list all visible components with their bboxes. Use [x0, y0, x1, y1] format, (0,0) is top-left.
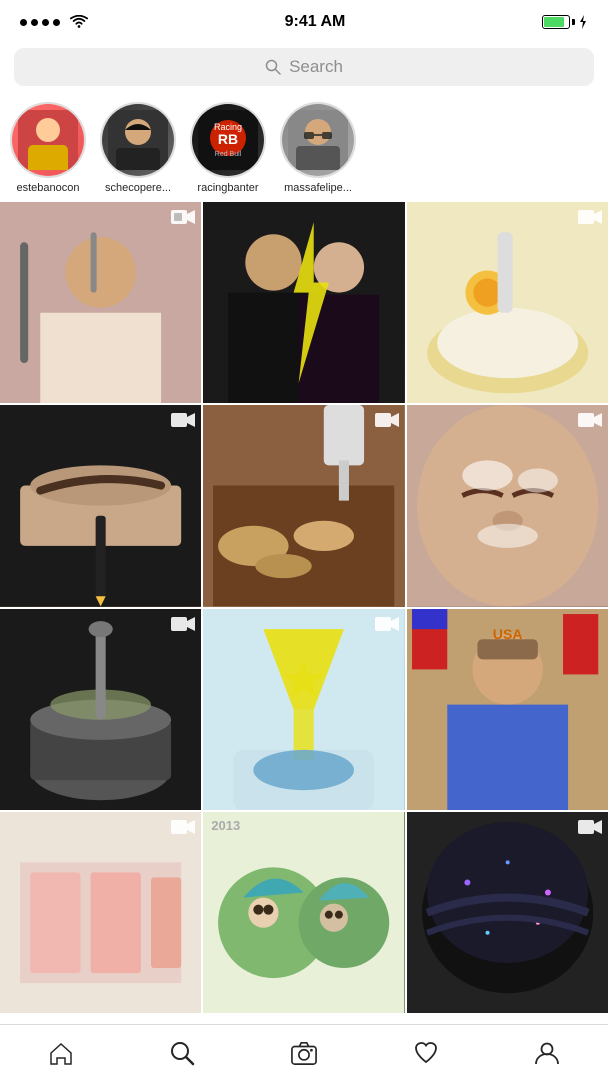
story-item-3[interactable]: RB Racing Red Bull racingbanter	[190, 102, 266, 194]
video-camera-icon-6	[578, 411, 602, 434]
nav-home[interactable]	[31, 1031, 91, 1075]
svg-text:Racing: Racing	[214, 122, 242, 132]
grid-item-9[interactable]: USA	[407, 609, 608, 810]
svg-text:USA: USA	[492, 626, 522, 642]
grid-item-6[interactable]	[407, 405, 608, 606]
avatar-image-1	[12, 104, 84, 176]
grid-item-3[interactable]	[407, 202, 608, 403]
avatar-image-3: RB Racing Red Bull	[192, 104, 264, 176]
profile-icon	[534, 1040, 560, 1066]
grid-container: USA	[0, 202, 608, 1013]
grid-item-4[interactable]	[0, 405, 201, 606]
grid-item-10[interactable]	[0, 812, 201, 1013]
grid-item-7[interactable]	[0, 609, 201, 810]
story-label-1: estebanocon	[17, 182, 80, 194]
stories-row: estebanocon schecopere... RB	[0, 94, 608, 202]
battery	[542, 15, 588, 29]
story-avatar-3: RB Racing Red Bull	[190, 102, 266, 178]
status-right	[542, 15, 588, 29]
battery-fill	[544, 17, 564, 27]
battery-tip	[572, 19, 575, 25]
story-item-2[interactable]: schecopere...	[100, 102, 176, 194]
story-avatar-1	[10, 102, 86, 178]
story-label-2: schecopere...	[105, 182, 171, 194]
battery-body	[542, 15, 570, 29]
grid-item-11[interactable]: 2013	[203, 812, 404, 1013]
status-bar: 9:41 AM	[0, 0, 608, 40]
search-icon	[265, 59, 281, 75]
grid-item-1[interactable]	[0, 202, 201, 403]
svg-text:Red Bull: Red Bull	[215, 151, 242, 158]
signal-dot-1	[20, 19, 27, 26]
year-badge-11: 2013	[211, 818, 240, 833]
story-item-4[interactable]: massafelipe...	[280, 102, 356, 194]
nav-camera[interactable]	[274, 1031, 334, 1075]
search-nav-icon	[169, 1040, 195, 1066]
video-camera-icon-10	[171, 818, 195, 841]
nav-profile[interactable]	[517, 1031, 577, 1075]
video-camera-icon-8	[375, 615, 399, 638]
grid-item-5[interactable]	[203, 405, 404, 606]
grid-item-2[interactable]	[203, 202, 404, 403]
avatar-image-2	[102, 104, 174, 176]
story-avatar-2	[100, 102, 176, 178]
story-label-3: racingbanter	[197, 182, 258, 194]
grid-item-8[interactable]	[203, 609, 404, 810]
story-label-4: massafelipe...	[284, 182, 352, 194]
signal-dot-3	[42, 19, 49, 26]
story-avatar-4	[280, 102, 356, 178]
nav-search[interactable]	[152, 1031, 212, 1075]
video-camera-icon-5	[375, 411, 399, 434]
story-item-1[interactable]: estebanocon	[10, 102, 86, 194]
search-bar[interactable]: Search	[14, 48, 594, 86]
search-placeholder: Search	[289, 57, 343, 77]
video-camera-icon-3	[578, 208, 602, 231]
status-left	[20, 15, 88, 29]
signal-dot-2	[31, 19, 38, 26]
search-bar-container: Search	[0, 40, 608, 94]
video-camera-icon-12	[578, 818, 602, 841]
bottom-nav	[0, 1024, 608, 1080]
home-icon	[48, 1040, 74, 1066]
svg-text:RB: RB	[218, 131, 238, 147]
status-time: 9:41 AM	[285, 13, 346, 31]
avatar-image-4	[282, 104, 354, 176]
wifi-icon	[70, 15, 88, 29]
video-camera-icon-1	[171, 208, 195, 231]
charging-bolt-icon	[578, 15, 588, 29]
camera-icon	[291, 1040, 317, 1066]
grid-item-12[interactable]	[407, 812, 608, 1013]
signal-dot-4	[53, 19, 60, 26]
video-camera-icon-4	[171, 411, 195, 434]
heart-icon	[413, 1040, 439, 1066]
nav-likes[interactable]	[396, 1031, 456, 1075]
video-camera-icon-7	[171, 615, 195, 638]
